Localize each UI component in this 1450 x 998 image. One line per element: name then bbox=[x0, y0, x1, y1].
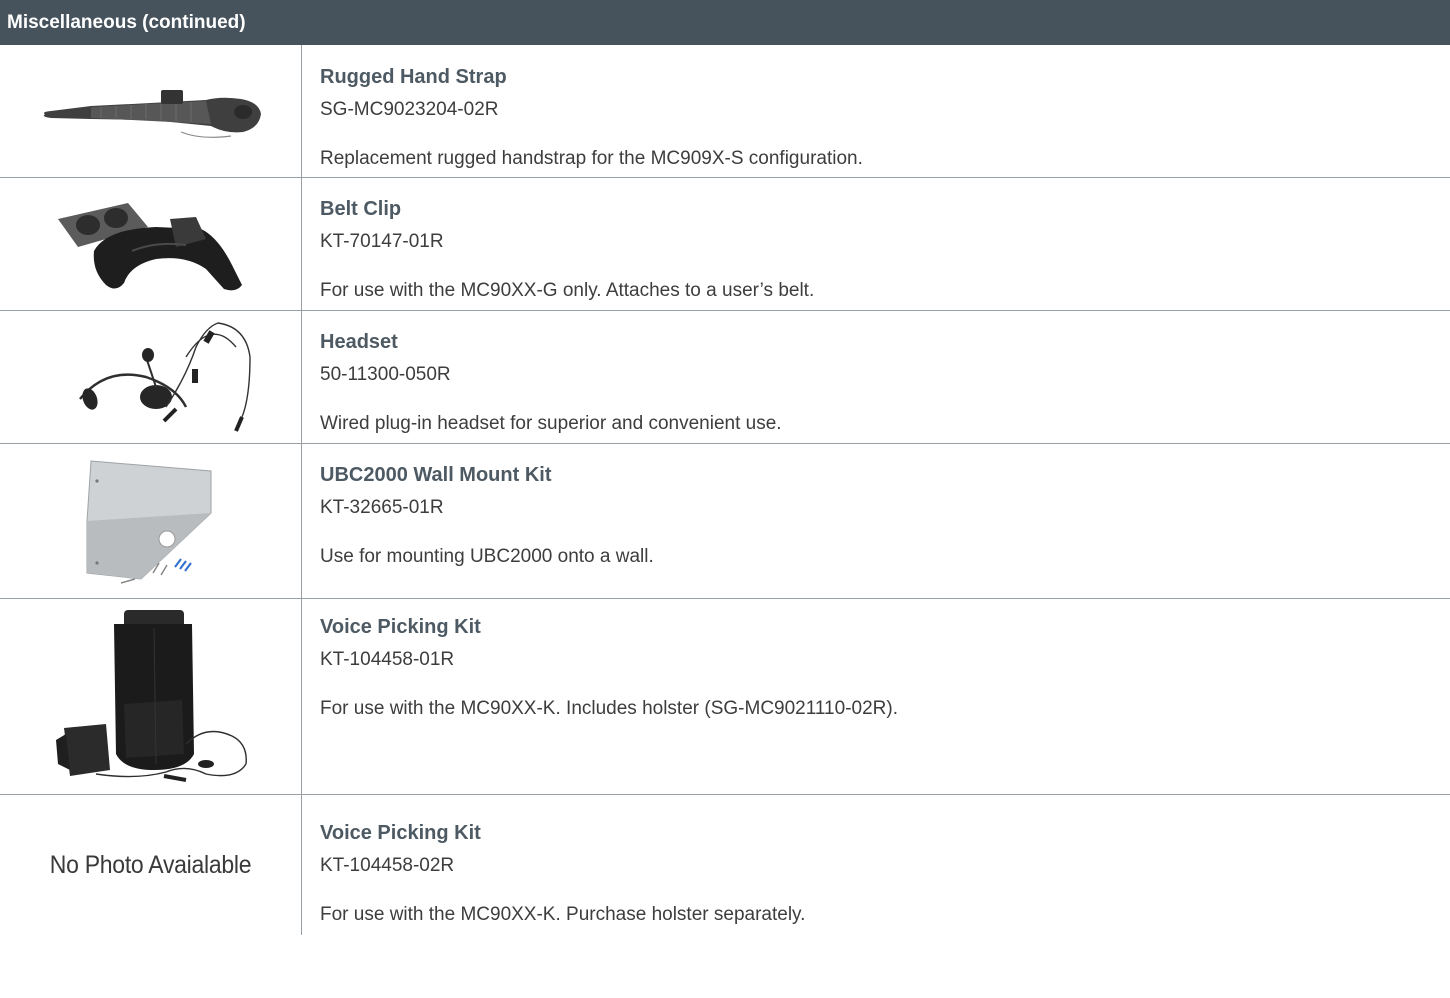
item-title: Belt Clip bbox=[320, 198, 402, 220]
table-row: Headset 50-11300-050R Wired plug-in head… bbox=[0, 311, 1450, 444]
item-description: Wired plug-in headset for superior and c… bbox=[320, 413, 782, 434]
table-row: Voice Picking Kit KT-104458-01R For use … bbox=[0, 599, 1450, 795]
item-code: KT-104458-01R bbox=[320, 649, 455, 670]
hand-strap-image bbox=[43, 90, 261, 138]
product-image-cell bbox=[0, 444, 302, 598]
accessories-page: Miscellaneous (continued) Rugged Hand St… bbox=[0, 0, 1450, 998]
table-row: Rugged Hand Strap SG-MC9023204-02R Repla… bbox=[0, 45, 1450, 178]
headset-image bbox=[78, 322, 251, 432]
item-title: UBC2000 Wall Mount Kit bbox=[320, 464, 552, 486]
item-code: SG-MC9023204-02R bbox=[320, 99, 499, 120]
table-row: No Photo Avaialable Voice Picking Kit KT… bbox=[0, 795, 1450, 935]
item-code: KT-104458-02R bbox=[320, 855, 455, 876]
section-header: Miscellaneous (continued) bbox=[0, 0, 1450, 45]
item-description: For use with the MC90XX-G only. Attaches… bbox=[320, 280, 815, 301]
item-title: Voice Picking Kit bbox=[320, 822, 481, 844]
item-description: Use for mounting UBC2000 onto a wall. bbox=[320, 546, 654, 567]
product-image-cell bbox=[0, 311, 302, 443]
no-photo-label: No Photo Avaialable bbox=[49, 850, 252, 879]
accessories-table: Rugged Hand Strap SG-MC9023204-02R Repla… bbox=[0, 45, 1450, 935]
belt-clip-image bbox=[57, 203, 242, 291]
item-title: Headset bbox=[320, 331, 398, 353]
wall-mount-kit-image bbox=[86, 460, 211, 584]
product-image-cell bbox=[0, 599, 302, 794]
product-image-cell bbox=[0, 45, 302, 177]
item-code: 50-11300-050R bbox=[320, 364, 451, 385]
section-title: Miscellaneous (continued) bbox=[7, 11, 246, 33]
product-image-cell bbox=[0, 178, 302, 310]
item-description: For use with the MC90XX-K. Includes hols… bbox=[320, 698, 898, 719]
item-title: Voice Picking Kit bbox=[320, 616, 481, 638]
item-title: Rugged Hand Strap bbox=[320, 66, 507, 88]
item-code: KT-70147-01R bbox=[320, 231, 444, 252]
voice-picking-kit-image bbox=[55, 610, 247, 782]
table-row: Belt Clip KT-70147-01R For use with the … bbox=[0, 178, 1450, 311]
table-row: UBC2000 Wall Mount Kit KT-32665-01R Use … bbox=[0, 444, 1450, 599]
item-code: KT-32665-01R bbox=[320, 497, 444, 518]
item-description: Replacement rugged handstrap for the MC9… bbox=[320, 148, 863, 169]
item-description: For use with the MC90XX-K. Purchase hols… bbox=[320, 904, 806, 925]
product-image-cell: No Photo Avaialable bbox=[0, 795, 302, 935]
